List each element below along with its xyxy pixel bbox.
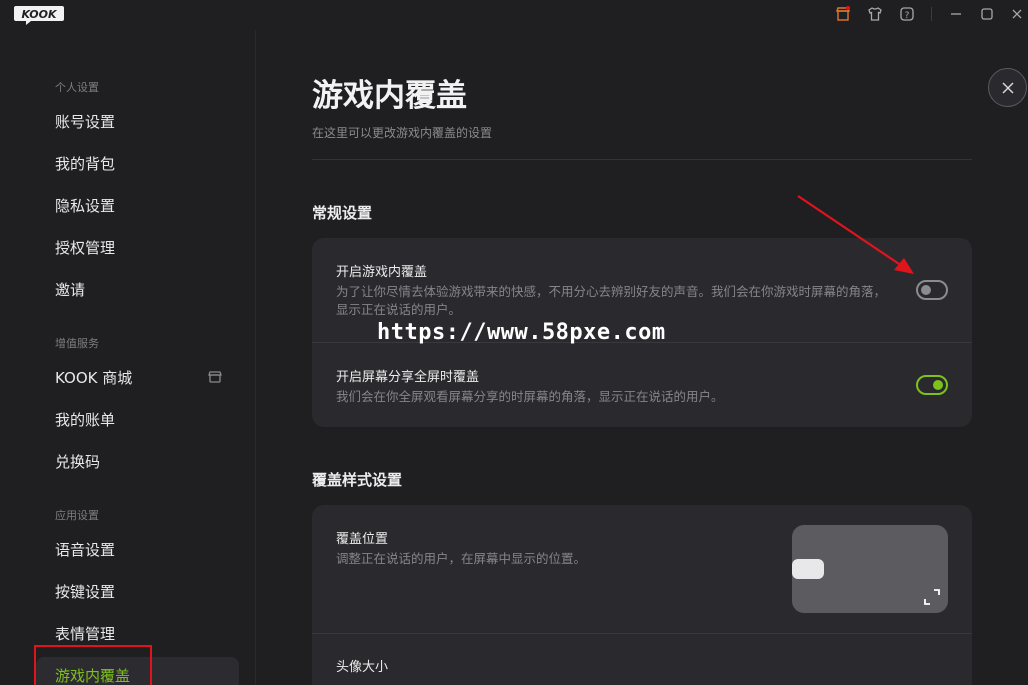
sidebar-item-authorization[interactable]: 授权管理 (36, 229, 239, 265)
row-title: 头像大小 (336, 660, 389, 675)
general-settings-title: 常规设置 (312, 204, 373, 222)
sidebar-item-invite[interactable]: 邀请 (36, 271, 239, 307)
sidebar-item-label: 隐私设置 (55, 197, 116, 215)
store-icon[interactable] (834, 5, 852, 23)
shirt-icon[interactable] (866, 5, 884, 23)
sidebar-item-keybinds[interactable]: 按键设置 (36, 573, 239, 609)
overlay-position-preview[interactable] (792, 525, 948, 613)
avatar-size-row: 头像大小 (312, 634, 972, 685)
close-settings-button[interactable] (988, 68, 1027, 107)
sidebar-item-backpack[interactable]: 我的背包 (36, 145, 239, 181)
section-label-app: 应用设置 (55, 509, 99, 522)
sidebar-item-redeem[interactable]: 兑换码 (36, 443, 239, 479)
overlay-enable-toggle[interactable] (916, 280, 948, 300)
svg-text:?: ? (905, 11, 910, 21)
style-settings-card: 覆盖位置 调整正在说话的用户，在屏幕中显示的位置。 头像大小 (312, 505, 972, 685)
sidebar-item-bills[interactable]: 我的账单 (36, 401, 239, 437)
store-icon (208, 371, 222, 383)
sidebar-item-label: 表情管理 (55, 625, 116, 643)
maximize-icon[interactable] (978, 5, 996, 23)
overlay-position-marker[interactable] (792, 559, 824, 579)
kook-logo: KOOK (14, 6, 64, 25)
help-icon[interactable]: ? (898, 5, 916, 23)
page-title: 游戏内覆盖 (312, 78, 467, 114)
toggle-knob (933, 380, 943, 390)
annotation-highlight-box (34, 645, 152, 685)
kook-settings-window: KOOK ? 个人设置 账号设置 我的背包 隐私设置 授权管理 邀请 增值服务 (0, 0, 1028, 685)
style-settings-title: 覆盖样式设置 (312, 471, 403, 489)
sidebar-item-voice[interactable]: 语音设置 (36, 531, 239, 567)
sidebar-item-label: 邀请 (55, 281, 86, 299)
minimize-icon[interactable] (947, 5, 965, 23)
screen-share-overlay-row: 开启屏幕分享全屏时覆盖 我们会在你全屏观看屏幕分享的时屏幕的角落，显示正在说话的… (312, 343, 972, 427)
title-bar: KOOK ? (0, 0, 1028, 30)
sidebar-item-label: 账号设置 (55, 113, 116, 131)
page-subtitle: 在这里可以更改游戏内覆盖的设置 (312, 126, 493, 140)
sidebar-item-label: 我的账单 (55, 411, 116, 429)
watermark-text: https://www.58pxe.com (377, 320, 666, 345)
header-divider (312, 159, 972, 160)
annotation-arrow (797, 195, 914, 274)
screen-share-overlay-toggle[interactable] (916, 375, 948, 395)
titlebar-separator (931, 7, 932, 21)
row-title: 开启屏幕分享全屏时覆盖 (336, 370, 480, 385)
close-icon (1001, 81, 1014, 94)
row-title: 覆盖位置 (336, 532, 389, 547)
sidebar-item-label: 授权管理 (55, 239, 116, 257)
sidebar-item-label: KOOK 商城 (55, 369, 133, 387)
row-description: 我们会在你全屏观看屏幕分享的时屏幕的角落，显示正在说话的用户。 (336, 389, 724, 404)
sidebar-item-label: 语音设置 (55, 541, 116, 559)
row-title: 开启游戏内覆盖 (336, 265, 428, 280)
section-label-value-added: 增值服务 (55, 337, 99, 350)
sidebar-item-label: 兑换码 (55, 453, 101, 471)
svg-text:KOOK: KOOK (21, 8, 58, 21)
sidebar-item-label: 我的背包 (55, 155, 116, 173)
overlay-position-row: 覆盖位置 调整正在说话的用户，在屏幕中显示的位置。 (312, 505, 972, 633)
expand-icon[interactable] (922, 587, 942, 607)
section-label-personal: 个人设置 (55, 81, 99, 94)
row-description: 为了让你尽情去体验游戏带来的快感，不用分心去辨别好友的声音。我们会在你游戏时屏幕… (336, 284, 887, 317)
sidebar-item-label: 按键设置 (55, 583, 116, 601)
settings-sidebar: 个人设置 账号设置 我的背包 隐私设置 授权管理 邀请 增值服务 KOOK 商城… (0, 30, 256, 685)
sidebar-item-privacy[interactable]: 隐私设置 (36, 187, 239, 223)
toggle-knob (921, 285, 931, 295)
close-window-icon[interactable] (1008, 5, 1026, 23)
sidebar-item-account[interactable]: 账号设置 (36, 103, 239, 139)
sidebar-item-store[interactable]: KOOK 商城 (36, 359, 239, 395)
